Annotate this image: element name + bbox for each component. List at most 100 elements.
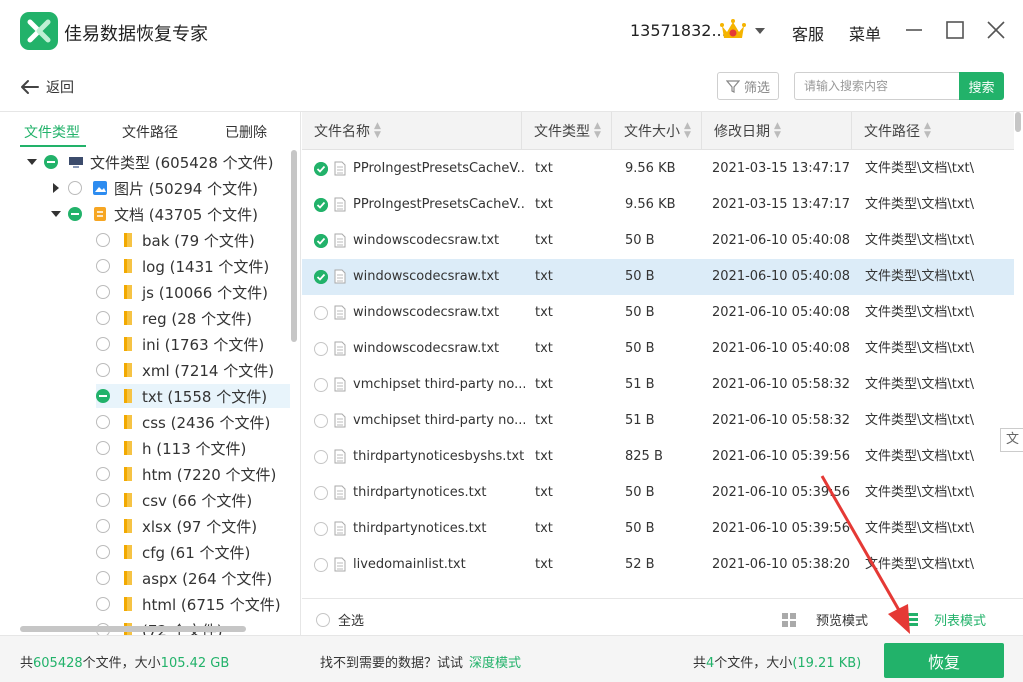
tree-item[interactable]: xml (7214 个文件) — [96, 358, 274, 382]
file-size: 9.56 KB — [625, 197, 676, 212]
tree-item-checkbox[interactable] — [96, 337, 110, 351]
table-row[interactable]: windowscodecsraw.txt txt 50 B 2021-06-10 05… — [302, 295, 1014, 331]
minimize-icon[interactable] — [902, 18, 926, 42]
tree-item[interactable]: xlsx (97 个文件) — [96, 514, 257, 538]
tree-item-checkbox[interactable] — [96, 493, 110, 507]
row-checkbox[interactable] — [314, 522, 328, 536]
tree-item-label: txt (1558 个文件) — [142, 387, 268, 406]
column-header-name[interactable]: 文件名称 ▲ ▼ — [302, 112, 522, 150]
table-row[interactable]: thirdpartynotices.txt txt 50 B 2021-06-10 0… — [302, 511, 1014, 547]
tree-item-checkbox[interactable] — [96, 363, 110, 377]
user-account[interactable]: 13571832... — [630, 21, 727, 40]
column-header-date[interactable]: 修改日期 ▲ ▼ — [702, 112, 852, 150]
table-row[interactable]: PProIngestPresetsCacheV... txt 9.56 KB 2021… — [302, 187, 1014, 223]
file-size: 50 B — [625, 521, 655, 536]
table-row[interactable]: thirdpartynotices.txt txt 50 B 2021-06-10 0… — [302, 475, 1014, 511]
tree-item-checkbox[interactable] — [96, 389, 110, 403]
tree-item[interactable]: h (113 个文件) — [96, 436, 246, 460]
tree-item[interactable]: log (1431 个文件) — [96, 254, 269, 278]
tree-item[interactable]: 文件类型 (605428 个文件) — [26, 150, 274, 174]
tree-item[interactable]: reg (28 个文件) — [96, 306, 252, 330]
row-check-icon[interactable] — [314, 270, 328, 284]
tree-item-checkbox[interactable] — [96, 519, 110, 533]
collapse-arrow-icon[interactable] — [50, 208, 62, 220]
table-row[interactable]: thirdpartynoticesbyshs.txt txt 825 B 2021-0… — [302, 439, 1014, 475]
table-vertical-scrollbar[interactable] — [1015, 112, 1021, 132]
row-checkbox[interactable] — [314, 486, 328, 500]
account-dropdown-icon[interactable] — [753, 24, 767, 38]
table-row[interactable]: windowscodecsraw.txt txt 50 B 2021-06-10 05… — [302, 259, 1014, 295]
preview-mode-button[interactable]: 预览模式 — [782, 610, 868, 629]
collapse-arrow-icon[interactable] — [26, 156, 38, 168]
row-checkbox[interactable] — [314, 414, 328, 428]
tree-item[interactable]: csv (66 个文件) — [96, 488, 252, 512]
left-panel: 文件类型 文件路径 已删除 文件类型 (605428 个文件) 图片 (50294… — [0, 112, 301, 635]
recover-button[interactable]: 恢复 — [884, 643, 1004, 678]
tree-item-checkbox[interactable] — [68, 207, 82, 221]
tree-item-checkbox[interactable] — [44, 155, 58, 169]
customer-service-button[interactable]: 客服 — [792, 21, 824, 45]
table-row[interactable]: windowscodecsraw.txt txt 50 B 2021-06-10 05… — [302, 331, 1014, 367]
row-checkbox[interactable] — [314, 378, 328, 392]
tree-item-checkbox[interactable] — [96, 441, 110, 455]
tree-item[interactable]: html (6715 个文件) — [96, 592, 281, 616]
tab-file-type[interactable]: 文件类型 — [24, 122, 80, 142]
tab-file-path[interactable]: 文件路径 — [122, 122, 178, 142]
tab-deleted[interactable]: 已删除 — [225, 122, 267, 142]
file-type: txt — [535, 377, 553, 392]
row-checkbox[interactable] — [314, 450, 328, 464]
tree-item-checkbox[interactable] — [68, 181, 82, 195]
row-check-icon[interactable] — [314, 234, 328, 248]
tree-item-checkbox[interactable] — [96, 571, 110, 585]
tree-vertical-scrollbar[interactable] — [291, 150, 297, 342]
tree-item[interactable]: js (10066 个文件) — [96, 280, 268, 304]
menu-button[interactable]: 菜单 — [849, 21, 881, 45]
tree-horizontal-scrollbar[interactable] — [20, 626, 246, 632]
search-button[interactable]: 搜索 — [959, 72, 1004, 100]
tree-item-checkbox[interactable] — [96, 467, 110, 481]
tree-item[interactable]: css (2436 个文件) — [96, 410, 270, 434]
filter-button[interactable]: 筛选 — [717, 72, 779, 100]
tree-item-label: log (1431 个文件) — [142, 257, 270, 276]
row-check-icon[interactable] — [314, 162, 328, 176]
folder-icon — [120, 596, 142, 612]
tree-item-checkbox[interactable] — [96, 233, 110, 247]
table-row[interactable]: windowscodecsraw.txt txt 50 B 2021-06-10 05… — [302, 223, 1014, 259]
tree-item-checkbox[interactable] — [96, 285, 110, 299]
back-button[interactable]: 返回 — [20, 76, 74, 98]
tree-item-checkbox[interactable] — [96, 597, 110, 611]
tree-item[interactable]: htm (7220 个文件) — [96, 462, 276, 486]
tree-item[interactable]: cfg (61 个文件) — [96, 540, 250, 564]
select-all-checkbox[interactable]: 全选 — [316, 610, 364, 629]
tree-item[interactable]: txt (1558 个文件) — [96, 384, 290, 408]
column-header-type[interactable]: 文件类型 ▲ ▼ — [522, 112, 612, 150]
file-size: 51 B — [625, 413, 655, 428]
tree-item[interactable]: ini (1763 个文件) — [96, 332, 264, 356]
row-check-icon[interactable] — [314, 198, 328, 212]
column-header-size[interactable]: 文件大小 ▲ ▼ — [612, 112, 702, 150]
table-row[interactable]: livedomainlist.txt txt 52 B 2021-06-10 05:3… — [302, 547, 1014, 583]
table-row[interactable]: vmchipset third-party no... txt 51 B 2021-0… — [302, 367, 1014, 403]
tree-item[interactable]: aspx (264 个文件) — [96, 566, 272, 590]
deep-mode-link[interactable]: 深度模式 — [469, 656, 521, 671]
tree-item-checkbox[interactable] — [96, 311, 110, 325]
table-row[interactable]: PProIngestPresetsCacheV... txt 9.56 KB 2021… — [302, 151, 1014, 187]
tree-item-checkbox[interactable] — [96, 415, 110, 429]
maximize-icon[interactable] — [943, 18, 967, 42]
close-icon[interactable] — [984, 18, 1008, 42]
total-files-summary: 共605428个文件，大小105.42 GB — [20, 652, 229, 671]
table-row[interactable]: vmchipset third-party no... txt 51 B 2021-0… — [302, 403, 1014, 439]
tree-item[interactable]: 文档 (43705 个文件) — [50, 202, 258, 226]
row-checkbox[interactable] — [314, 306, 328, 320]
tree-item-checkbox[interactable] — [96, 545, 110, 559]
list-mode-button[interactable]: 列表模式 — [904, 610, 986, 629]
tree-item-checkbox[interactable] — [96, 259, 110, 273]
row-checkbox[interactable] — [314, 558, 328, 572]
row-checkbox[interactable] — [314, 342, 328, 356]
column-header-path[interactable]: 文件路径 ▲ ▼ — [852, 112, 1014, 150]
search-input[interactable] — [794, 72, 960, 100]
tree-item[interactable]: bak (79 个文件) — [96, 228, 255, 252]
modified-date: 2021-06-10 05:40:08 — [712, 305, 851, 320]
expand-arrow-icon[interactable] — [50, 182, 62, 194]
tree-item[interactable]: 图片 (50294 个文件) — [50, 176, 258, 200]
